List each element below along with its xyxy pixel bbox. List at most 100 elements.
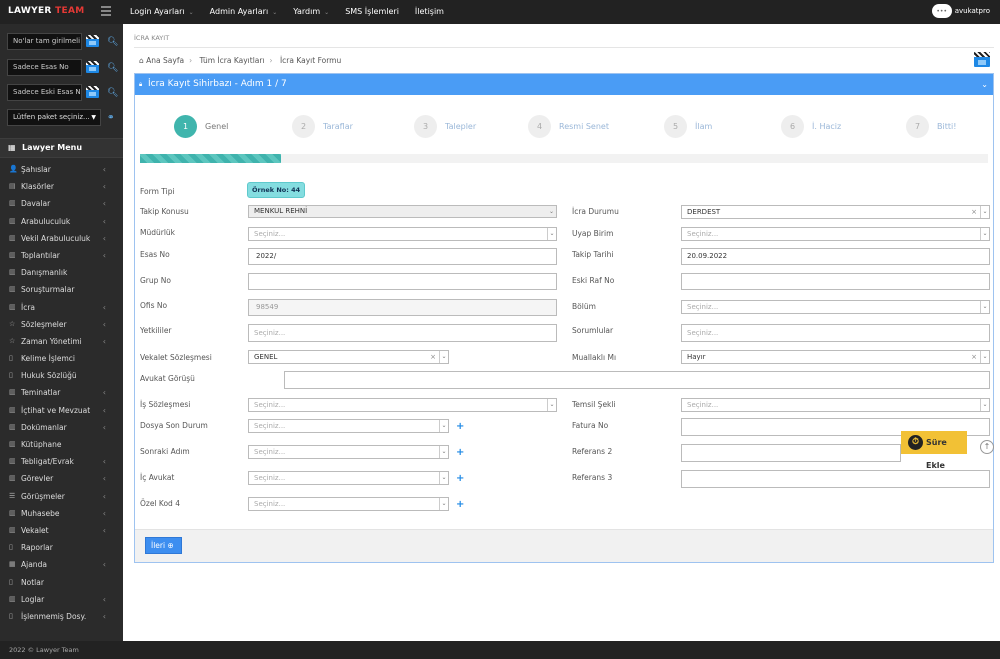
sidebar-item[interactable]: ▯ Kelime İşlemci bbox=[0, 350, 123, 367]
sure-ekle-button[interactable]: ⏱︎ Süre Ekle bbox=[901, 431, 967, 470]
search-input-no[interactable]: No'lar tam girilmeli bbox=[7, 33, 82, 50]
sidebar-item[interactable]: ☆ Sözleşmeler ‹ bbox=[0, 316, 123, 333]
wizard-step[interactable]: 7 Bitti! bbox=[906, 114, 956, 138]
takip-konusu-select[interactable]: MENKUL REHNİ ⌄ bbox=[248, 205, 557, 218]
user-menu[interactable]: ••• avukatpro bbox=[931, 4, 990, 18]
breadcrumb-all-records[interactable]: Tüm İcra Kayıtları bbox=[199, 56, 264, 65]
scroll-up-icon[interactable]: ↑ bbox=[980, 440, 994, 454]
search-icon[interactable]: 🔍︎ bbox=[107, 63, 118, 73]
sonraki-adim-select[interactable]: Seçiniz... ⌄ bbox=[248, 445, 449, 459]
ofis-no-label: Ofis No bbox=[140, 301, 168, 310]
add-dosya-son-durum-icon[interactable]: + bbox=[456, 421, 464, 432]
chevron-down-icon[interactable]: ⌄ bbox=[981, 74, 988, 95]
clapperboard-icon[interactable] bbox=[86, 35, 99, 47]
clapperboard-icon[interactable] bbox=[974, 52, 990, 67]
package-select[interactable]: Lütfen paket seçiniz... ▼ bbox=[7, 109, 101, 126]
add-sonraki-adim-icon[interactable]: + bbox=[456, 447, 464, 458]
search-input-esas-no[interactable]: Sadece Esas No bbox=[7, 59, 82, 76]
sidebar-item[interactable]: ▥ Vekil Arabuluculuk ‹ bbox=[0, 230, 123, 247]
sidebar-item[interactable]: ▥ Loglar ‹ bbox=[0, 591, 123, 608]
topnav-item[interactable]: Admin Ayarları ⌄ bbox=[204, 0, 284, 24]
sidebar-item[interactable]: ▯ İşlenmemiş Dosy. ‹ bbox=[0, 608, 123, 625]
sidebar-item[interactable]: ▥ Görevler ‹ bbox=[0, 470, 123, 487]
topnav-item[interactable]: Login Ayarları ⌄ bbox=[124, 0, 200, 24]
clear-icon[interactable]: × bbox=[971, 206, 977, 218]
sidebar-item[interactable]: ▦ Ajanda ‹ bbox=[0, 556, 123, 573]
vekalet-select[interactable]: GENEL × ⌄ bbox=[248, 350, 449, 364]
takip-tarihi-input[interactable]: 20.09.2022 bbox=[681, 248, 990, 265]
mudurluk-select[interactable]: Seçiniz... ⌄ bbox=[248, 227, 557, 241]
sidebar-item[interactable]: ▥ Muhasebe ‹ bbox=[0, 505, 123, 522]
topnav-item[interactable]: Yardım ⌄ bbox=[287, 0, 335, 24]
sidebar-item-label: İçtihat ve Mevzuat bbox=[21, 405, 91, 415]
sidebar-item[interactable]: ▯ Hukuk Sözlüğü bbox=[0, 367, 123, 384]
brand-logo[interactable]: LAWYER TEAM bbox=[8, 6, 84, 16]
sidebar-item[interactable]: ▥ İçtihat ve Mevzuat ‹ bbox=[0, 402, 123, 419]
add-ozel-kod-4-icon[interactable]: + bbox=[456, 499, 464, 510]
wizard-step[interactable]: 2 Taraflar bbox=[292, 114, 353, 138]
wizard-step[interactable]: 1 Genel bbox=[174, 114, 228, 138]
bolum-select[interactable]: Seçiniz... ⌄ bbox=[681, 300, 990, 314]
topnav-item-label: Login Ayarları bbox=[130, 7, 185, 16]
wizard-step[interactable]: 6 İ. Haciz bbox=[781, 114, 841, 138]
referans-2-input[interactable] bbox=[681, 444, 901, 462]
sidebar-item[interactable]: ▤ Klasörler ‹ bbox=[0, 178, 123, 195]
sidebar-item[interactable]: ▥ Soruşturmalar bbox=[0, 281, 123, 298]
sidebar-item[interactable]: ▥ Danışmanlık bbox=[0, 264, 123, 281]
chevron-left-icon: ‹ bbox=[102, 165, 106, 174]
sidebar-item[interactable]: ▥ Davalar ‹ bbox=[0, 195, 123, 212]
clear-icon[interactable]: × bbox=[971, 351, 977, 363]
menu-header[interactable]: ▦ Lawyer Menu bbox=[0, 138, 123, 158]
sidebar-item[interactable]: ▥ İcra ‹ bbox=[0, 299, 123, 316]
topnav-item[interactable]: İletişim bbox=[409, 0, 450, 24]
grup-no-input[interactable] bbox=[248, 273, 557, 290]
wizard-step[interactable]: 3 Talepler bbox=[414, 114, 476, 138]
breadcrumb-home[interactable]: Ana Sayfa bbox=[146, 56, 184, 65]
sorumlular-select[interactable]: Seçiniz... bbox=[681, 324, 990, 342]
sidebar-item[interactable]: ▯ Raporlar bbox=[0, 539, 123, 556]
chevron-left-icon: ‹ bbox=[102, 319, 106, 329]
ofis-no-input[interactable]: 98549 bbox=[248, 299, 557, 316]
hamburger-menu-icon[interactable] bbox=[101, 6, 111, 16]
search-input-eski-esas-no[interactable]: Sadece Eski Esas No bbox=[7, 84, 82, 101]
sidebar-item[interactable]: ▥ Teminatlar ‹ bbox=[0, 384, 123, 401]
icra-durumu-select[interactable]: DERDEST × ⌄ bbox=[681, 205, 990, 219]
sidebar-item[interactable]: ▥ Kütüphane bbox=[0, 436, 123, 453]
is-sozlesmesi-select[interactable]: Seçiniz... ⌄ bbox=[248, 398, 557, 412]
avukat-gorusu-input[interactable] bbox=[284, 371, 990, 389]
ic-avukat-select[interactable]: Seçiniz... ⌄ bbox=[248, 471, 449, 485]
binoculars-icon[interactable]: ⚭ bbox=[107, 113, 115, 123]
add-ic-avukat-icon[interactable]: + bbox=[456, 473, 464, 484]
esas-no-input[interactable]: 2022/ bbox=[248, 248, 557, 265]
bank-icon: ▥ bbox=[9, 233, 16, 242]
clapperboard-icon[interactable] bbox=[86, 86, 99, 98]
wizard-step[interactable]: 5 İlam bbox=[664, 114, 712, 138]
bolum-label: Bölüm bbox=[572, 302, 596, 311]
ozel-kod-4-select[interactable]: Seçiniz... ⌄ bbox=[248, 497, 449, 511]
temsil-sekli-select[interactable]: Seçiniz... ⌄ bbox=[681, 398, 990, 412]
clapperboard-icon[interactable] bbox=[86, 61, 99, 73]
sidebar-item[interactable]: ▥ Dokümanlar ‹ bbox=[0, 419, 123, 436]
sidebar-item[interactable]: ▥ Tebligat/Evrak ‹ bbox=[0, 453, 123, 470]
sidebar-item[interactable]: 👤 Şahıslar ‹ bbox=[0, 161, 123, 178]
sidebar-item[interactable]: ▥ Toplantılar ‹ bbox=[0, 247, 123, 264]
sidebar-item[interactable]: ▥ Arabuluculuk ‹ bbox=[0, 213, 123, 230]
eski-raf-no-input[interactable] bbox=[681, 273, 990, 290]
sidebar-item[interactable]: ▥ Vekalet ‹ bbox=[0, 522, 123, 539]
sidebar-item-label: Zaman Yönetimi bbox=[21, 336, 82, 346]
topnav-item[interactable]: SMS İşlemleri bbox=[339, 0, 405, 24]
muallakli-select[interactable]: Hayır × ⌄ bbox=[681, 350, 990, 364]
search-icon[interactable]: 🔍︎ bbox=[107, 37, 118, 47]
search-icon[interactable]: 🔍︎ bbox=[107, 88, 118, 98]
sidebar-item[interactable]: ▯ Notlar bbox=[0, 574, 123, 591]
bank-icon: ▥ bbox=[9, 199, 16, 208]
uyap-birim-select[interactable]: Seçiniz... ⌄ bbox=[681, 227, 990, 241]
next-button[interactable]: İleri ⊕ bbox=[145, 537, 182, 554]
wizard-step[interactable]: 4 Resmi Senet bbox=[528, 114, 609, 138]
yetkililer-select[interactable]: Seçiniz... bbox=[248, 324, 557, 342]
sidebar-item[interactable]: ☰ Görüşmeler ‹ bbox=[0, 488, 123, 505]
dosya-son-durum-select[interactable]: Seçiniz... ⌄ bbox=[248, 419, 449, 433]
eski-raf-no-label: Eski Raf No bbox=[572, 276, 615, 285]
sidebar-item[interactable]: ☆ Zaman Yönetimi ‹ bbox=[0, 333, 123, 350]
clear-icon[interactable]: × bbox=[430, 351, 436, 363]
